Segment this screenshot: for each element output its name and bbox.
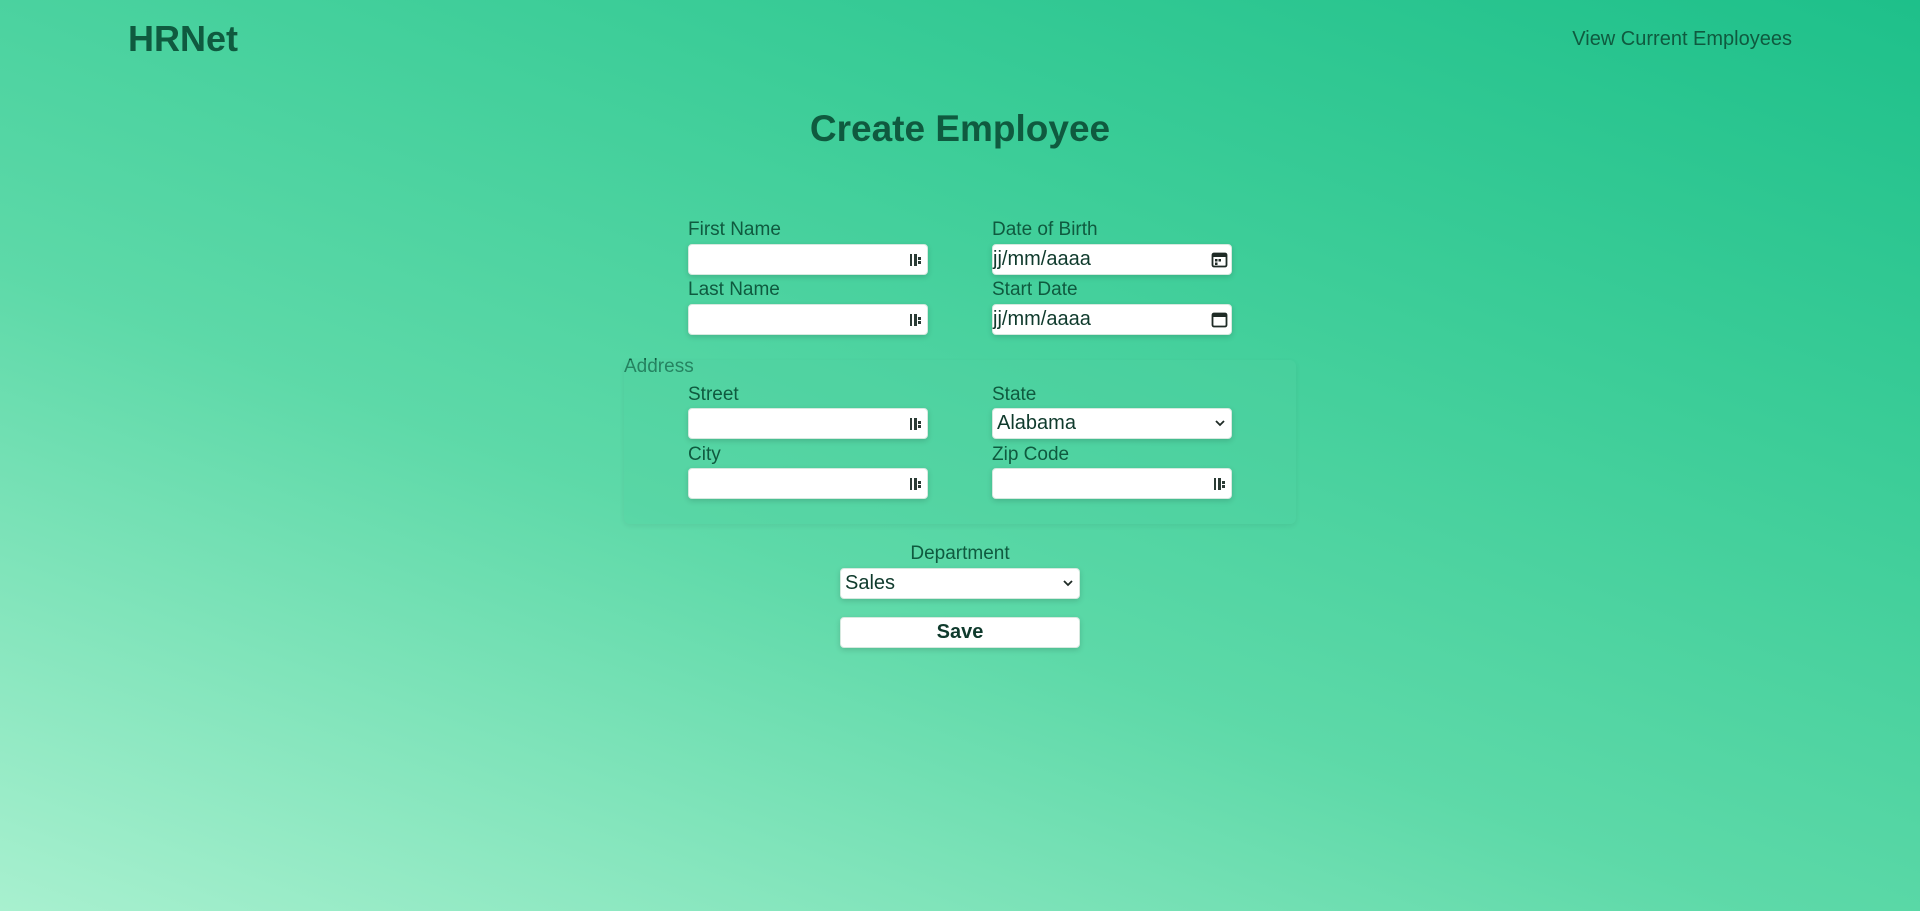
autofill-key-icon[interactable] bbox=[910, 313, 922, 327]
date-of-birth-label: Date of Birth bbox=[992, 219, 1098, 240]
zip-code-label: Zip Code bbox=[992, 444, 1070, 465]
department-select[interactable]: Sales bbox=[840, 568, 1080, 599]
calendar-icon[interactable] bbox=[1211, 251, 1228, 268]
last-name-label: Last Name bbox=[688, 279, 780, 300]
last-name-input[interactable] bbox=[688, 304, 928, 335]
street-input[interactable] bbox=[688, 408, 928, 439]
calendar-icon[interactable] bbox=[1211, 311, 1228, 328]
state-selected-value: Alabama bbox=[997, 412, 1076, 434]
department-selected-value: Sales bbox=[845, 572, 896, 594]
start-date-input[interactable]: jj/mm/aaaa bbox=[992, 304, 1232, 335]
chevron-down-icon bbox=[1063, 580, 1073, 587]
date-of-birth-value: jj/mm/aaaa bbox=[993, 248, 1091, 270]
save-button[interactable]: Save bbox=[840, 617, 1080, 648]
city-label: City bbox=[688, 444, 721, 465]
department-label: Department bbox=[910, 543, 1010, 564]
start-date-label: Start Date bbox=[992, 279, 1078, 300]
state-select[interactable]: Alabama bbox=[992, 408, 1232, 439]
autofill-key-icon[interactable] bbox=[910, 253, 922, 267]
chevron-down-icon bbox=[1215, 420, 1225, 427]
street-label: Street bbox=[688, 384, 739, 405]
date-of-birth-input[interactable]: jj/mm/aaaa bbox=[992, 244, 1232, 275]
autofill-key-icon[interactable] bbox=[910, 477, 922, 491]
view-current-employees-link[interactable]: View Current Employees bbox=[1572, 28, 1792, 51]
brand-logo[interactable]: HRNet bbox=[128, 18, 238, 60]
first-name-input[interactable] bbox=[688, 244, 928, 275]
state-label: State bbox=[992, 384, 1037, 405]
first-name-label: First Name bbox=[688, 219, 781, 240]
autofill-key-icon[interactable] bbox=[910, 417, 922, 431]
autofill-key-icon[interactable] bbox=[1214, 477, 1226, 491]
city-input[interactable] bbox=[688, 468, 928, 499]
page-title: Create Employee bbox=[809, 108, 1111, 149]
start-date-value: jj/mm/aaaa bbox=[993, 308, 1091, 330]
zip-code-input[interactable] bbox=[992, 468, 1232, 499]
